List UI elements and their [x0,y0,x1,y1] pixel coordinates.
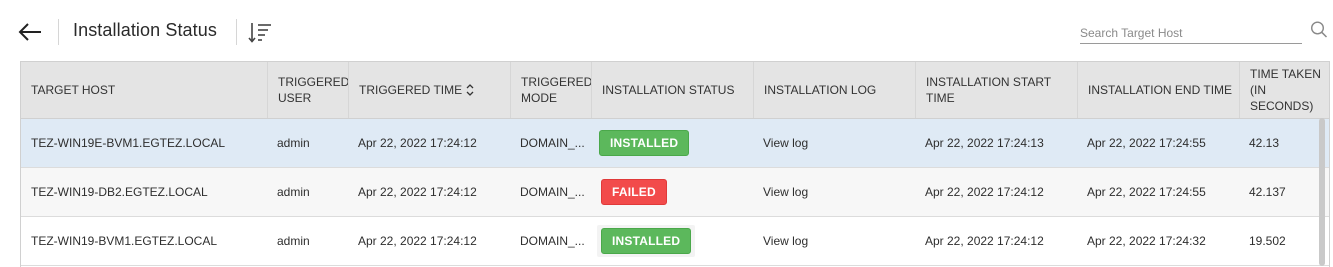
cell-triggered-user: admin [277,185,310,199]
cell-triggered-user: admin [277,136,310,150]
cell-start-time: Apr 22, 2022 17:24:13 [925,136,1044,150]
search-button[interactable] [1310,20,1328,40]
cell-time-taken: 42.13 [1249,136,1280,150]
cell-target-host: TEZ-WIN19E-BVM1.EGTEZ.LOCAL [31,136,226,150]
cell-installation-log: View log [753,168,915,216]
search-box [1080,20,1329,44]
column-header-installation-start-time[interactable]: INSTALLATION START TIME [915,62,1077,118]
status-badge: FAILED [601,179,667,205]
cell-installation-log: View log [753,217,915,265]
cell-installation-log: View log [753,119,915,167]
toolbar: Installation Status [0,0,1333,62]
cell-triggered-time: Apr 22, 2022 17:24:12 [358,234,477,248]
status-badge: INSTALLED [599,130,690,156]
back-button[interactable] [16,18,46,46]
cell-triggered-time: Apr 22, 2022 17:24:12 [358,136,477,150]
vertical-scrollbar[interactable] [1319,118,1325,266]
cell-end-time: Apr 22, 2022 17:24:55 [1087,136,1206,150]
column-header-label: TRIGGERED TIME [359,83,463,97]
installation-table: TARGET HOST TRIGGERED USER TRIGGERED TIM… [20,61,1330,267]
cell-start-time: Apr 22, 2022 17:24:12 [925,234,1044,248]
chevron-up-down-icon[interactable] [465,83,475,97]
search-icon [1310,21,1328,38]
cell-time-taken: 42.137 [1249,185,1286,199]
column-header-installation-status[interactable]: INSTALLATION STATUS [591,62,753,118]
column-header-triggered-time[interactable]: TRIGGERED TIME [348,62,510,118]
arrow-left-icon [18,23,41,41]
cell-installation-status: FAILED [591,168,753,216]
sort-button[interactable] [247,20,273,46]
view-log-link[interactable]: View log [763,234,808,248]
search-input[interactable] [1080,23,1302,44]
sort-descending-icon [248,23,271,43]
column-header-time-taken[interactable]: TIME TAKEN (IN SECONDS) [1239,62,1329,118]
toolbar-divider [236,19,237,45]
table-header: TARGET HOST TRIGGERED USER TRIGGERED TIM… [21,62,1329,119]
toolbar-divider [58,19,59,45]
cell-target-host: TEZ-WIN19-DB2.EGTEZ.LOCAL [31,185,208,199]
cell-triggered-mode: DOMAIN_... [520,136,585,150]
column-header-installation-end-time[interactable]: INSTALLATION END TIME [1077,62,1239,118]
cell-end-time: Apr 22, 2022 17:24:32 [1087,234,1206,248]
column-header-triggered-mode[interactable]: TRIGGERED MODE [510,62,592,118]
page-title: Installation Status [73,20,217,40]
view-log-link[interactable]: View log [763,185,808,199]
cell-triggered-user: admin [277,234,310,248]
column-header-triggered-user[interactable]: TRIGGERED USER [267,62,349,118]
cell-end-time: Apr 22, 2022 17:24:55 [1087,185,1206,199]
status-badge-frame: INSTALLED [597,225,696,257]
status-badge: INSTALLED [601,228,692,254]
cell-installation-status: INSTALLED [591,119,753,167]
cell-target-host: TEZ-WIN19-BVM1.EGTEZ.LOCAL [31,234,218,248]
cell-triggered-mode: DOMAIN_... [520,185,585,199]
view-log-link[interactable]: View log [763,136,808,150]
cell-installation-status: INSTALLED [591,217,753,265]
cell-triggered-time: Apr 22, 2022 17:24:12 [358,185,477,199]
column-header-installation-log[interactable]: INSTALLATION LOG [753,62,915,118]
column-header-target-host[interactable]: TARGET HOST [21,62,267,118]
table-row[interactable]: TEZ-WIN19-BVM1.EGTEZ.LOCAL admin Apr 22,… [21,217,1329,266]
table-row[interactable]: TEZ-WIN19E-BVM1.EGTEZ.LOCAL admin Apr 22… [21,119,1329,168]
table-row[interactable]: TEZ-WIN19-DB2.EGTEZ.LOCAL admin Apr 22, … [21,168,1329,217]
cell-start-time: Apr 22, 2022 17:24:12 [925,185,1044,199]
cell-triggered-mode: DOMAIN_... [520,234,585,248]
cell-time-taken: 19.502 [1249,234,1286,248]
